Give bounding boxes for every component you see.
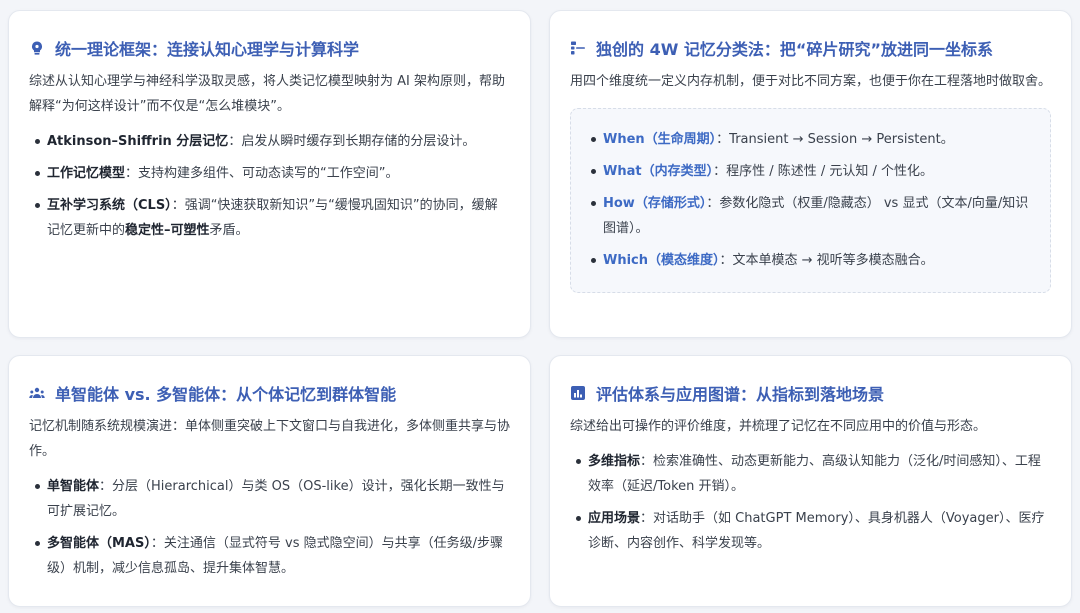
bullet-list: Atkinson–Shiffrin 分层记忆：启发从瞬时缓存到长期存储的分层设计… [29,129,510,243]
card-evaluation-applications: 评估体系与应用图谱：从指标到落地场景 综述给出可操作的评价维度，并梳理了记忆在不… [549,355,1072,607]
card-title-row: 评估体系与应用图谱：从指标到落地场景 [570,380,1051,406]
item-text: 矛盾。 [209,223,249,238]
list-item: 工作记忆模型：支持构建多组件、可动态读写的“工作空间”。 [29,161,510,186]
term: Which（模态维度） [603,253,720,268]
item-text: ：文本单模态 → 视听等多模态融合。 [719,253,934,268]
card-title: 单智能体 vs. 多智能体：从个体记忆到群体智能 [55,385,397,404]
item-text: ：启发从瞬时缓存到长期存储的分层设计。 [228,134,476,149]
item-text: ：检索准确性、动态更新能力、高级认知能力（泛化/时间感知）、工程效率（延迟/To… [588,454,1041,494]
list-item: 互补学习系统（CLS）：强调“快速获取新知识”与“缓慢巩固知识”的协同，缓解记忆… [29,193,510,243]
card-title-row: 统一理论框架：连接认知心理学与计算科学 [29,35,510,61]
term: 单智能体 [47,479,100,494]
term: 多智能体（MAS） [47,536,151,551]
item-text: ：分层（Hierarchical）与类 OS（OS-like）设计，强化长期一致… [47,479,505,519]
dimension-panel: When（生命周期）：Transient → Session → Persist… [570,108,1051,293]
brain-lightbulb-icon [29,40,45,56]
list-item: When（生命周期）：Transient → Session → Persist… [585,127,1036,152]
term: Atkinson–Shiffrin 分层记忆 [47,134,229,149]
bullet-list: 多维指标：检索准确性、动态更新能力、高级认知能力（泛化/时间感知）、工程效率（延… [570,449,1051,556]
card-unified-theory: 统一理论框架：连接认知心理学与计算科学 综述从认知心理学与神经科学汲取灵感，将人… [8,10,531,338]
list-item: What（内存类型）：程序性 / 陈述性 / 元认知 / 个性化。 [585,159,1036,184]
list-item: 单智能体：分层（Hierarchical）与类 OS（OS-like）设计，强化… [29,474,510,524]
item-text: ：对话助手（如 ChatGPT Memory）、具身机器人（Voyager）、医… [588,511,1045,551]
users-icon [29,385,45,401]
list-item: 多智能体（MAS）：关注通信（显式符号 vs 隐式隐空间）与共享（任务级/步骤级… [29,531,510,581]
card-4w-taxonomy: 独创的 4W 记忆分类法：把“碎片研究”放进同一坐标系 用四个维度统一定义内存机… [549,10,1072,338]
card-description: 综述从认知心理学与神经科学汲取灵感，将人类记忆模型映射为 AI 架构原则，帮助解… [29,74,505,114]
list-item: How（存储形式）：参数化隐式（权重/隐藏态） vs 显式（文本/向量/知识图谱… [585,191,1036,241]
hierarchy-icon [570,40,586,56]
term: 互补学习系统（CLS） [47,198,172,213]
card-title: 统一理论框架：连接认知心理学与计算科学 [55,40,360,59]
term: 多维指标 [588,454,641,469]
term: 工作记忆模型 [47,166,126,181]
term: 稳定性–可塑性 [125,223,210,238]
bullet-list: 单智能体：分层（Hierarchical）与类 OS（OS-like）设计，强化… [29,474,510,581]
list-item: Which（模态维度）：文本单模态 → 视听等多模态融合。 [585,248,1036,273]
term: How（存储形式） [603,196,707,211]
bar-chart-icon [570,385,586,401]
card-title-row: 单智能体 vs. 多智能体：从个体记忆到群体智能 [29,380,510,406]
term: What（内存类型） [603,164,714,179]
item-text: ：支持构建多组件、可动态读写的“工作空间”。 [125,166,399,181]
card-single-vs-multi-agent: 单智能体 vs. 多智能体：从个体记忆到群体智能 记忆机制随系统规模演进：单体侧… [8,355,531,607]
card-description: 记忆机制随系统规模演进：单体侧重突破上下文窗口与自我进化，多体侧重共享与协作。 [29,419,511,459]
card-description: 用四个维度统一定义内存机制，便于对比不同方案，也便于你在工程落地时做取舍。 [570,74,1052,89]
list-item: Atkinson–Shiffrin 分层记忆：启发从瞬时缓存到长期存储的分层设计… [29,129,510,154]
card-description: 综述给出可操作的评价维度，并梳理了记忆在不同应用中的价值与形态。 [570,419,987,434]
item-text: ：程序性 / 陈述性 / 元认知 / 个性化。 [713,164,934,179]
card-title-row: 独创的 4W 记忆分类法：把“碎片研究”放进同一坐标系 [570,35,1051,61]
card-title: 独创的 4W 记忆分类法：把“碎片研究”放进同一坐标系 [596,40,993,59]
bullet-list: When（生命周期）：Transient → Session → Persist… [585,127,1036,273]
card-title: 评估体系与应用图谱：从指标到落地场景 [596,385,885,404]
term: When（生命周期） [603,132,717,147]
term: 应用场景 [588,511,641,526]
list-item: 应用场景：对话助手（如 ChatGPT Memory）、具身机器人（Voyage… [570,506,1051,556]
item-text: ：Transient → Session → Persistent。 [716,132,954,147]
list-item: 多维指标：检索准确性、动态更新能力、高级认知能力（泛化/时间感知）、工程效率（延… [570,449,1051,499]
